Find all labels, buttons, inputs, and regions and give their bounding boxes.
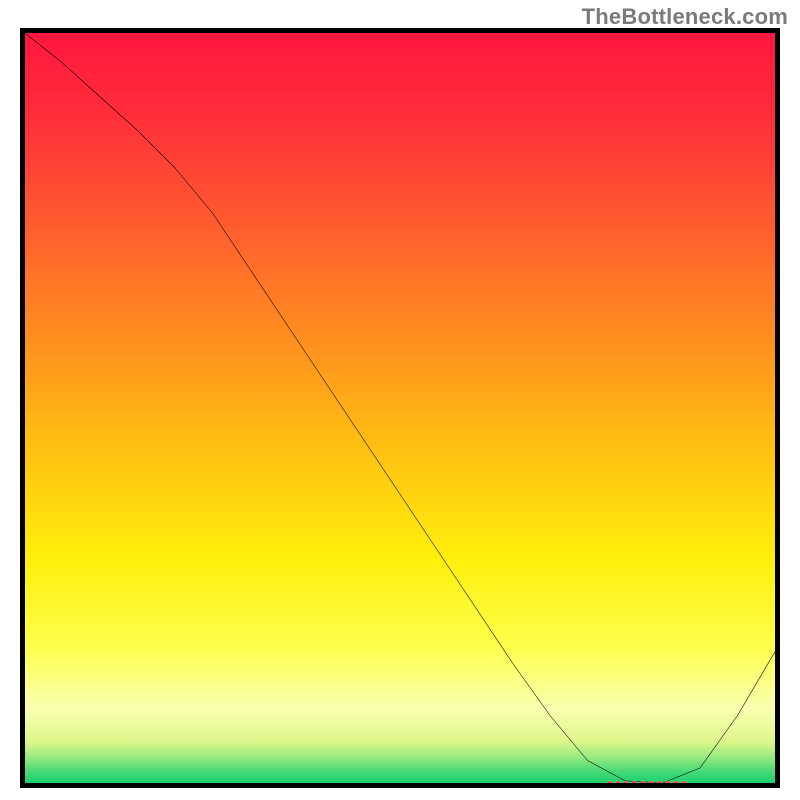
watermark-text: TheBottleneck.com — [582, 4, 788, 30]
bottleneck-curve — [25, 33, 775, 783]
plot-frame: ●●●●●●●●●● — [20, 28, 780, 788]
minimum-marker: ●●●●●●●●●● — [606, 776, 688, 788]
chart-stage: TheBottleneck.com ●●●●●●●●●● — [0, 0, 800, 800]
